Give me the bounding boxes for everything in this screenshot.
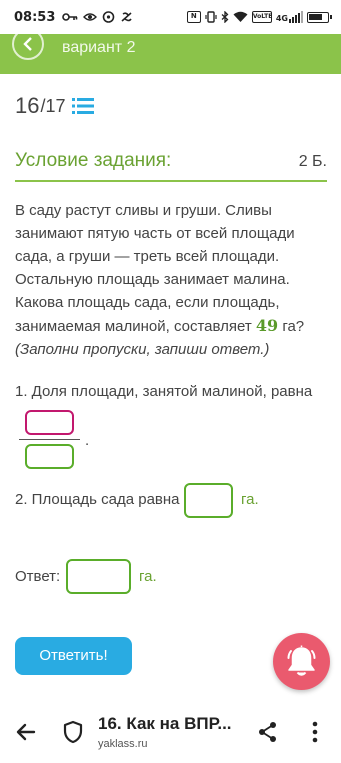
counter-total: /17	[40, 95, 66, 116]
task-unit: га?	[278, 318, 305, 335]
more-vert-icon[interactable]	[311, 721, 319, 743]
task-counter: 16 /17	[15, 93, 94, 119]
header-band: вариант 2	[0, 28, 341, 74]
condition-points: 2 Б.	[298, 153, 327, 170]
fraction-bar	[19, 439, 80, 440]
no-calls-icon	[121, 12, 133, 22]
back-button[interactable]	[12, 28, 44, 60]
bell-icon	[287, 645, 316, 676]
wifi-icon	[233, 11, 248, 22]
eye-icon	[83, 13, 98, 21]
fraction-denominator-input[interactable]	[25, 444, 74, 469]
status-left-icons	[62, 11, 133, 23]
question-2-label: 2. Площадь сада равна	[15, 491, 180, 508]
browser-bar: 16. Как на ВПР... yaklass.ru	[0, 705, 341, 763]
task-number: 49	[255, 316, 279, 335]
battery-icon	[307, 11, 332, 23]
fraction-numerator-input[interactable]	[25, 410, 74, 435]
notification-button[interactable]	[273, 633, 330, 690]
submit-button[interactable]: Ответить!	[15, 637, 132, 675]
task-hint: (Заполни пропуски, запиши ответ.)	[15, 341, 270, 358]
question-2-unit: га.	[241, 491, 259, 508]
share-icon[interactable]	[258, 721, 278, 743]
status-bar: 08:53 N VoLTE 4G	[0, 0, 341, 34]
counter-current: 16	[15, 93, 40, 118]
list-icon[interactable]	[71, 97, 94, 115]
arrow-left-icon[interactable]	[14, 720, 38, 744]
volte-icon: VoLTE	[251, 11, 272, 23]
header-title: вариант 2	[62, 39, 136, 56]
4g-signal-icon: 4G	[276, 11, 303, 23]
answer-label: Ответ:	[15, 568, 61, 585]
net-label: 4G	[275, 14, 288, 23]
key-icon	[62, 13, 78, 21]
condition-divider	[15, 180, 327, 182]
vibrate-icon	[205, 11, 217, 23]
task-body: В саду растут сливы и груши. Сливы заним…	[15, 202, 295, 335]
fraction-period: .	[85, 432, 90, 449]
question-1-label: 1. Доля площади, занятой малиной, равна	[15, 383, 313, 400]
bluetooth-icon	[221, 11, 229, 23]
status-right-icons: N VoLTE 4G	[186, 11, 332, 23]
condition-title: Условие задания:	[15, 150, 172, 171]
condition-header: Условие задания: 2 Б.	[15, 150, 327, 172]
answer-input[interactable]	[66, 559, 131, 594]
task-text: В саду растут сливы и груши. Сливы заним…	[15, 199, 330, 361]
shield-icon[interactable]	[62, 720, 84, 744]
cloud-icon	[103, 11, 115, 23]
status-time: 08:53	[14, 9, 56, 25]
answer-unit: га.	[139, 568, 157, 585]
page-title[interactable]: 16. Как на ВПР...	[98, 714, 232, 734]
garden-area-input[interactable]	[184, 483, 233, 518]
chevron-left-icon	[23, 37, 32, 51]
nfc-icon: N	[186, 11, 201, 23]
page-domain[interactable]: yaklass.ru	[98, 738, 148, 750]
